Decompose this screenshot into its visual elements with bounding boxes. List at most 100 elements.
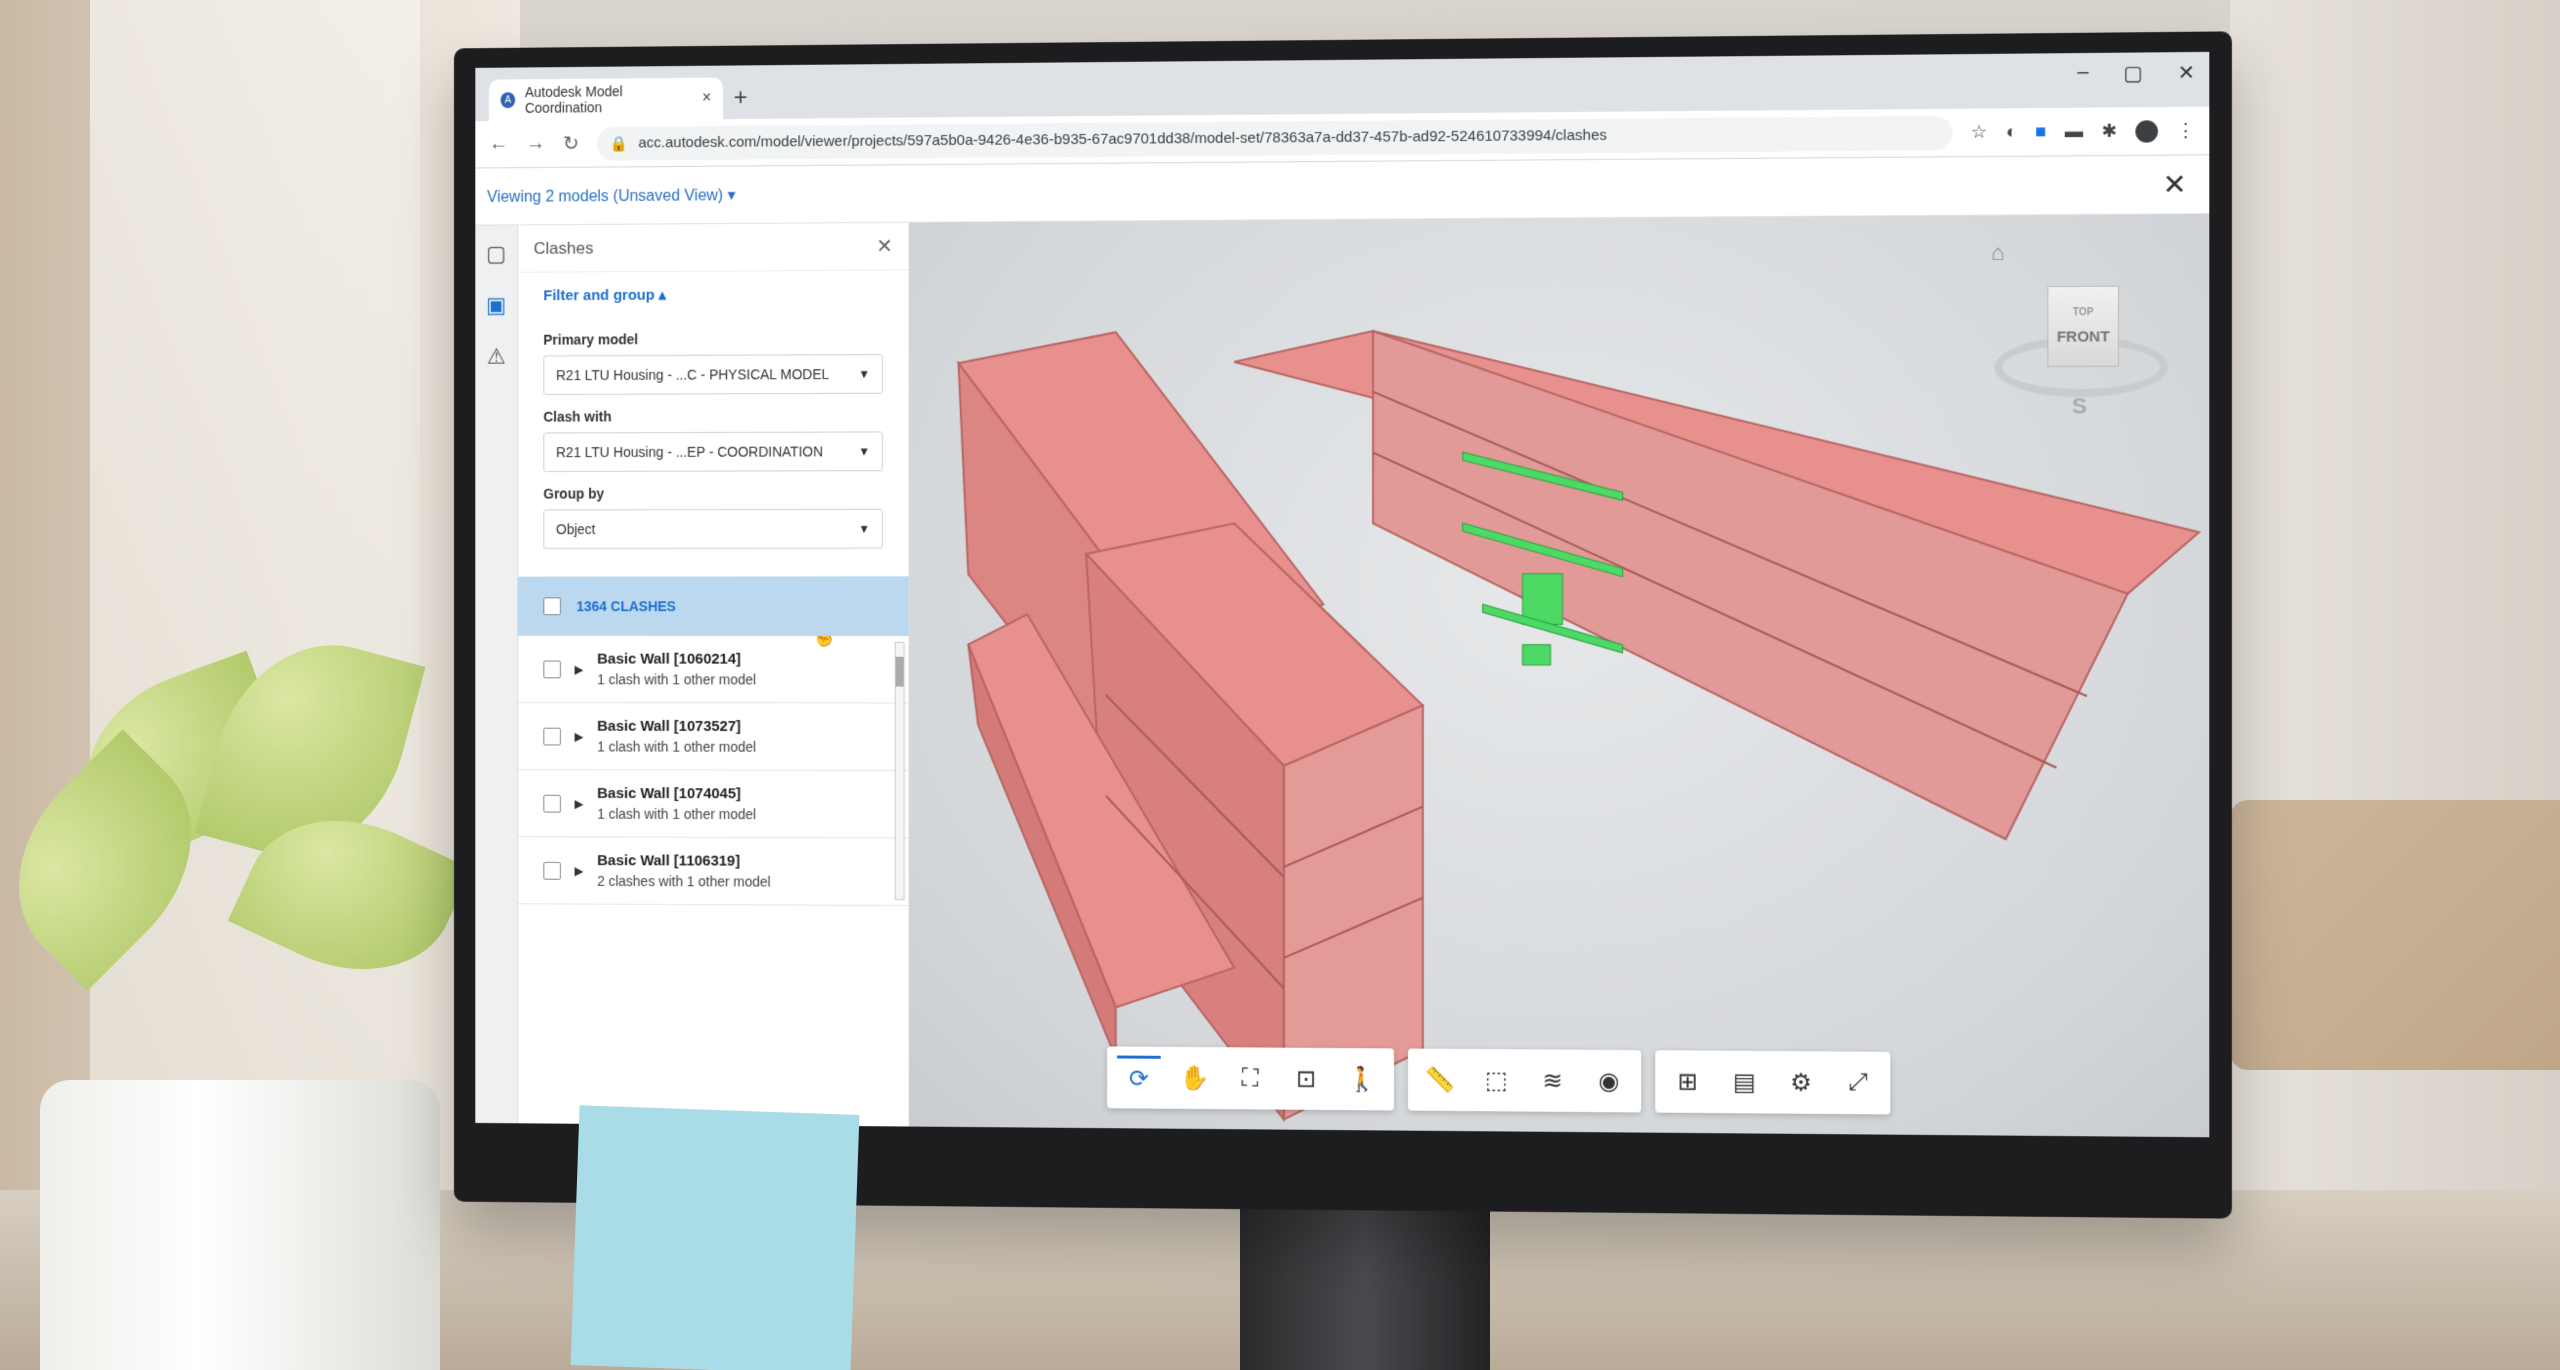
monitor-stand bbox=[1240, 1195, 1490, 1370]
settings-gear-icon[interactable]: ⚙ bbox=[1779, 1060, 1824, 1105]
properties-icon[interactable]: ▤ bbox=[1722, 1060, 1767, 1105]
chevron-down-icon: ▼ bbox=[858, 521, 871, 536]
browser-tab[interactable]: A Autodesk Model Coordination × bbox=[488, 77, 723, 122]
model-canvas[interactable]: ⌂ TOP FRONT S ⟳ ✋ ⛶ ⊡ 🚶 📏 ⬚ ≋ ◉ ⊞ ▤ ⚙ ⤢ bbox=[909, 214, 2210, 1138]
filter-group-toggle[interactable]: Filter and group ▴ bbox=[518, 270, 908, 318]
model-tools: 📏 ⬚ ≋ ◉ bbox=[1407, 1048, 1642, 1113]
primary-model-value: R21 LTU Housing - ...C - PHYSICAL MODEL bbox=[556, 366, 830, 384]
reload-icon[interactable]: ↻ bbox=[563, 131, 579, 156]
back-arrow-icon[interactable]: ← bbox=[489, 133, 508, 156]
row-subtitle: 1 clash with 1 other model bbox=[597, 671, 757, 688]
clashes-icon[interactable]: ▣ bbox=[486, 293, 506, 319]
wall bbox=[1373, 327, 2128, 839]
expand-arrow-icon[interactable]: ▶ bbox=[575, 662, 584, 676]
clash-with-label: Clash with bbox=[543, 408, 612, 425]
pan-hand-icon[interactable]: ✋ bbox=[1173, 1056, 1217, 1100]
url-text: acc.autodesk.com/model/viewer/projects/5… bbox=[638, 126, 1607, 152]
row-subtitle: 2 clashes with 1 other model bbox=[597, 872, 771, 890]
first-person-icon[interactable]: 🚶 bbox=[1340, 1057, 1384, 1101]
group-by-value: Object bbox=[556, 521, 596, 538]
monitor: A Autodesk Model Coordination × + – ▢ ✕ … bbox=[453, 31, 2232, 1219]
panel-close-icon[interactable]: ✕ bbox=[876, 234, 892, 259]
fit-view-icon[interactable]: ⛶ bbox=[1228, 1056, 1272, 1100]
building-model bbox=[909, 214, 2209, 1137]
maximize-button[interactable]: ▢ bbox=[2123, 61, 2142, 87]
list-item[interactable]: ▶ Basic Wall [1106319] 2 clashes with 1 … bbox=[518, 837, 909, 907]
list-item[interactable]: ▶ Basic Wall [1073527] 1 clash with 1 ot… bbox=[518, 702, 909, 771]
group-by-select[interactable]: Object ▼ bbox=[543, 508, 883, 549]
row-checkbox[interactable] bbox=[543, 727, 561, 745]
viewer-body: ▢ ▣ ⚠ Clashes ✕ Filter and group ▴ Prima… bbox=[475, 214, 2210, 1138]
sticky-note bbox=[570, 1105, 860, 1370]
fullscreen-icon[interactable]: ⤢ bbox=[1835, 1061, 1880, 1106]
clash-count-row[interactable]: 1364 CLASHES bbox=[518, 576, 909, 636]
visibility-eye-icon[interactable]: ◉ bbox=[1587, 1059, 1631, 1104]
warning-icon[interactable]: ⚠ bbox=[487, 344, 506, 370]
row-title: Basic Wall [1074045] bbox=[597, 785, 741, 803]
panel-title: Clashes bbox=[533, 238, 594, 258]
list-item[interactable]: ▶ Basic Wall [1060214] 1 clash with 1 ot… bbox=[518, 635, 909, 704]
section-cube-icon[interactable]: ⬚ bbox=[1474, 1058, 1518, 1102]
row-subtitle: 1 clash with 1 other model bbox=[597, 805, 757, 823]
left-iconbar: ▢ ▣ ⚠ bbox=[475, 225, 519, 1124]
url-field[interactable]: 🔒 acc.autodesk.com/model/viewer/projects… bbox=[596, 115, 1953, 161]
navigation-tools: ⟳ ✋ ⛶ ⊡ 🚶 bbox=[1107, 1046, 1394, 1111]
row-checkbox[interactable] bbox=[543, 794, 561, 813]
autodesk-favicon-icon: A bbox=[500, 92, 516, 109]
expand-arrow-icon[interactable]: ▶ bbox=[575, 864, 584, 878]
minimize-button[interactable]: – bbox=[2077, 61, 2088, 86]
measure-ruler-icon[interactable]: 📏 bbox=[1418, 1058, 1462, 1102]
puzzle-icon[interactable]: ✱ bbox=[2101, 121, 2116, 142]
viewer-toolbar: ⟳ ✋ ⛶ ⊡ 🚶 📏 ⬚ ≋ ◉ ⊞ ▤ ⚙ ⤢ bbox=[1107, 1046, 1891, 1115]
screen: A Autodesk Model Coordination × + – ▢ ✕ … bbox=[475, 51, 2210, 1138]
star-icon[interactable]: ☆ bbox=[1971, 122, 1987, 143]
row-title: Basic Wall [1060214] bbox=[597, 650, 741, 668]
clashes-panel: Clashes ✕ Filter and group ▴ Primary mod… bbox=[518, 222, 910, 1127]
lock-icon: 🔒 bbox=[610, 135, 629, 153]
tab-title: Autodesk Model Coordination bbox=[524, 83, 623, 116]
settings-tools: ⊞ ▤ ⚙ ⤢ bbox=[1655, 1050, 1891, 1115]
select-all-checkbox[interactable] bbox=[543, 597, 561, 616]
pointer-cursor-icon: ☝ bbox=[811, 636, 838, 648]
clash-with-select[interactable]: R21 LTU Housing - ...EP - COORDINATION ▼ bbox=[543, 431, 883, 472]
row-checkbox[interactable] bbox=[543, 861, 561, 880]
background-laptop bbox=[2230, 800, 2560, 1070]
model-browser-icon[interactable]: ⊞ bbox=[1665, 1059, 1709, 1104]
scroll-thumb[interactable] bbox=[895, 656, 904, 687]
expand-arrow-icon[interactable]: ▶ bbox=[575, 729, 584, 743]
clash-highlight bbox=[1523, 645, 1551, 665]
row-checkbox[interactable] bbox=[543, 660, 561, 678]
extension-icon[interactable]: ◐ bbox=[2006, 121, 2017, 142]
list-scrollbar[interactable] bbox=[894, 641, 905, 901]
row-subtitle: 1 clash with 1 other model bbox=[597, 738, 757, 755]
list-item[interactable]: ▶ Basic Wall [1074045] 1 clash with 1 ot… bbox=[518, 770, 909, 839]
row-title: Basic Wall [1073527] bbox=[597, 717, 741, 735]
plant-pot bbox=[40, 1080, 440, 1370]
chevron-down-icon: ▼ bbox=[858, 444, 871, 459]
clash-count: 1364 CLASHES bbox=[576, 598, 676, 615]
viewer-close-icon[interactable]: ✕ bbox=[2163, 168, 2187, 202]
close-window-button[interactable]: ✕ bbox=[2178, 60, 2195, 86]
group-by-label: Group by bbox=[543, 485, 604, 502]
chevron-down-icon: ▼ bbox=[858, 366, 871, 381]
new-tab-button[interactable]: + bbox=[723, 77, 758, 119]
background-shelf bbox=[2230, 0, 2560, 1370]
extension-icon[interactable]: ■ bbox=[2035, 121, 2046, 142]
row-title: Basic Wall [1106319] bbox=[597, 852, 741, 870]
kebab-menu-icon[interactable]: ⋮ bbox=[2176, 120, 2194, 141]
window-controls: – ▢ ✕ bbox=[2077, 60, 2195, 86]
tab-close-icon[interactable]: × bbox=[702, 89, 711, 107]
models-icon[interactable]: ▢ bbox=[486, 241, 506, 267]
orbit-icon[interactable]: ⟳ bbox=[1117, 1055, 1161, 1100]
clash-highlight bbox=[1523, 574, 1563, 625]
models-dropdown[interactable]: Viewing 2 models (Unsaved View) ▾ bbox=[487, 185, 735, 207]
expand-arrow-icon[interactable]: ▶ bbox=[575, 796, 584, 810]
clash-with-value: R21 LTU Housing - ...EP - COORDINATION bbox=[556, 443, 824, 461]
primary-model-select[interactable]: R21 LTU Housing - ...C - PHYSICAL MODEL … bbox=[543, 353, 883, 396]
extensions: ☆ ◐ ■ ▬ ✱ ⋮ bbox=[1971, 119, 2195, 143]
profile-avatar-icon[interactable] bbox=[2135, 119, 2158, 143]
extension-icon[interactable]: ▬ bbox=[2065, 121, 2083, 142]
zoom-window-icon[interactable]: ⊡ bbox=[1284, 1057, 1328, 1101]
forward-arrow-icon[interactable]: → bbox=[526, 132, 545, 155]
layers-icon[interactable]: ≋ bbox=[1530, 1058, 1574, 1102]
